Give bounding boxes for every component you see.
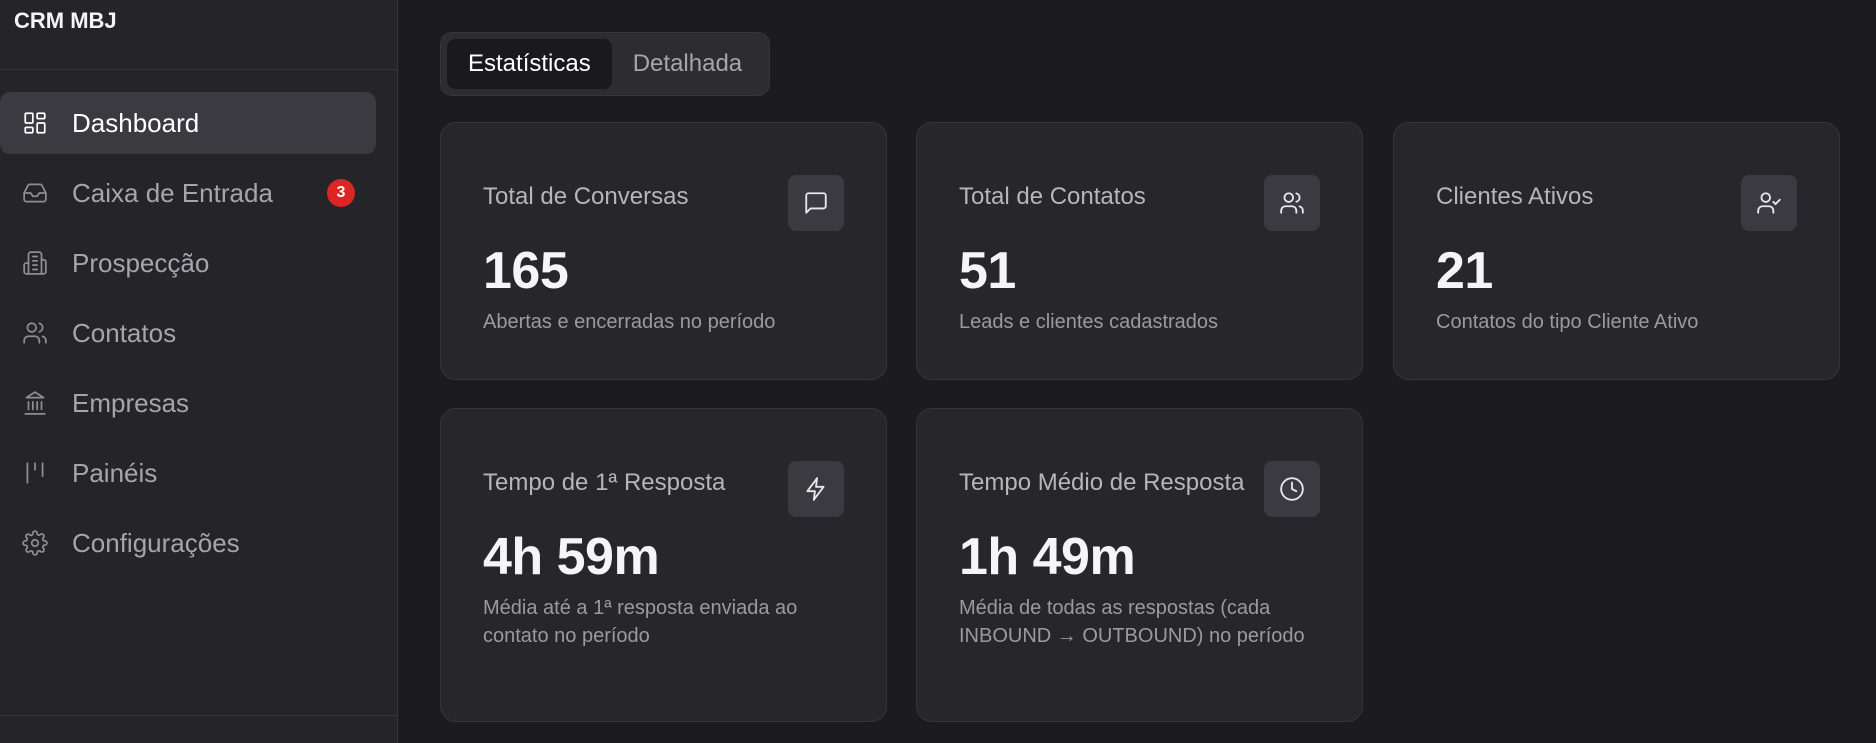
sidebar-divider: [0, 715, 397, 716]
card-description: Abertas e encerradas no período: [483, 311, 776, 333]
main-content: Estatísticas Detalhada Total de Conversa…: [398, 0, 1876, 743]
card-description: Contatos do tipo Cliente Ativo: [1436, 311, 1699, 333]
clock-icon: [1264, 461, 1320, 517]
bank-icon: [22, 390, 48, 416]
stat-card-tempo-medio: Tempo Médio de Resposta 1h 49m Média de …: [916, 408, 1363, 722]
sidebar-item-configuracoes[interactable]: Configurações: [0, 512, 376, 574]
card-value: 21: [1436, 242, 1493, 300]
building-icon: [22, 250, 48, 276]
sidebar-item-label: Contatos: [72, 317, 177, 348]
sidebar-item-label: Prospecção: [72, 247, 210, 278]
message-icon: [788, 175, 844, 231]
stat-card-primeira-resposta: Tempo de 1ª Resposta 4h 59m Média até a …: [440, 408, 887, 722]
gear-icon: [22, 530, 48, 556]
tab-estatisticas[interactable]: Estatísticas: [447, 39, 612, 89]
sidebar-item-inbox[interactable]: Caixa de Entrada 3: [0, 162, 376, 224]
card-description: Média de todas as respostas (cada INBOUN…: [959, 597, 1305, 647]
card-value: 4h 59m: [483, 528, 660, 586]
card-title: Total de Conversas: [483, 183, 689, 210]
users-icon: [1264, 175, 1320, 231]
card-description: Leads e clientes cadastrados: [959, 311, 1219, 333]
sidebar-item-label: Dashboard: [72, 107, 200, 138]
user-check-icon: [1741, 175, 1797, 231]
sidebar-item-label: Empresas: [72, 387, 190, 418]
stat-card-clientes-ativos: Clientes Ativos 21 Contatos do tipo Clie…: [1393, 122, 1840, 380]
sidebar-item-label: Painéis: [72, 457, 158, 488]
view-tabs: Estatísticas Detalhada: [440, 32, 771, 96]
sidebar-item-contatos[interactable]: Contatos: [0, 302, 376, 364]
brand-title: CRM MBJ: [0, 0, 397, 70]
stat-card-contatos: Total de Contatos 51 Leads e clientes ca…: [916, 122, 1363, 380]
card-value: 165: [483, 242, 569, 300]
sidebar-item-label: Configurações: [72, 527, 240, 558]
card-title: Tempo Médio de Resposta: [959, 469, 1245, 496]
inbox-icon: [22, 180, 48, 206]
sidebar-nav: Dashboard Caixa de Entrada 3 Prospecção: [0, 70, 397, 574]
stat-card-conversas: Total de Conversas 165 Abertas e encerra…: [440, 122, 887, 380]
sidebar-item-label: Caixa de Entrada: [72, 177, 273, 208]
card-value: 1h 49m: [959, 528, 1136, 586]
sidebar-item-paineis[interactable]: Painéis: [0, 442, 376, 504]
lightning-icon: [788, 461, 844, 517]
card-title: Tempo de 1ª Resposta: [483, 469, 726, 496]
users-icon: [22, 320, 48, 346]
app-root: CRM MBJ Dashboard Caixa de Entrada 3 Pro…: [0, 0, 1876, 743]
card-title: Clientes Ativos: [1436, 183, 1594, 210]
kanban-icon: [22, 460, 48, 486]
card-description: Média até a 1ª resposta enviada ao conta…: [483, 597, 798, 647]
sidebar: CRM MBJ Dashboard Caixa de Entrada 3 Pro…: [0, 0, 398, 743]
card-value: 51: [959, 242, 1016, 300]
card-title: Total de Contatos: [959, 183, 1146, 210]
dashboard-grid-icon: [22, 110, 48, 136]
sidebar-item-dashboard[interactable]: Dashboard: [0, 92, 376, 154]
sidebar-item-empresas[interactable]: Empresas: [0, 372, 376, 434]
tab-detalhada[interactable]: Detalhada: [612, 39, 763, 89]
inbox-count-badge: 3: [327, 179, 355, 207]
sidebar-item-prospeccao[interactable]: Prospecção: [0, 232, 376, 294]
